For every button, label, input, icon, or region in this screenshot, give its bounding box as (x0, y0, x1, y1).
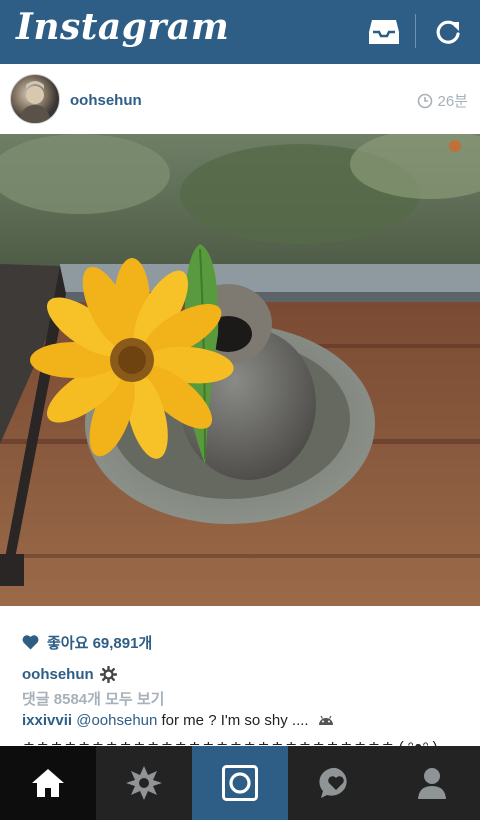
instagram-logo: Instagram (16, 6, 230, 48)
top-bar: Instagram (0, 0, 480, 64)
comment-mention[interactable]: @oohsehun (76, 712, 157, 729)
nav-explore[interactable] (96, 746, 192, 820)
comment-username[interactable]: ixxivvii (22, 712, 72, 729)
caption-username[interactable]: oohsehun (22, 666, 94, 683)
gear-icon (99, 666, 117, 683)
heart-icon (22, 635, 39, 650)
nav-news[interactable] (288, 746, 384, 820)
clock-icon (417, 93, 432, 108)
inbox-icon[interactable] (366, 14, 402, 50)
likes-count[interactable]: 좋아요 69,891개 (22, 632, 152, 653)
post-photo[interactable] (0, 134, 480, 606)
nav-home[interactable] (0, 746, 96, 820)
post-time: 26분 (417, 90, 469, 111)
post-header: oohsehun 26분 (0, 64, 480, 135)
caption-row: oohsehun (22, 666, 117, 683)
android-emoji-icon (318, 715, 333, 725)
heart-bubble-icon (319, 767, 347, 798)
post-time-text: 26분 (437, 93, 469, 110)
post-details: 좋아요 69,891개 oohsehun 댓글 8584개 모두 보기 ixxi… (0, 606, 480, 756)
explore-star-icon (126, 766, 162, 800)
comment-text: for me ? I'm so shy .... (157, 712, 309, 729)
view-all-comments-link[interactable]: 댓글 8584개 모두 보기 (22, 688, 164, 709)
likes-text: 좋아요 69,891개 (47, 635, 153, 652)
bottom-nav (0, 746, 480, 820)
camera-icon (222, 765, 258, 801)
post-username[interactable]: oohsehun (70, 92, 142, 109)
nav-camera[interactable] (192, 746, 288, 820)
home-icon (32, 769, 64, 797)
avatar[interactable] (10, 74, 60, 124)
topbar-divider (415, 14, 416, 48)
refresh-icon[interactable] (430, 14, 466, 50)
nav-profile[interactable] (384, 746, 480, 820)
profile-icon (418, 768, 446, 799)
comment-row: ixxivvii @oohsehun for me ? I'm so shy .… (22, 712, 335, 729)
